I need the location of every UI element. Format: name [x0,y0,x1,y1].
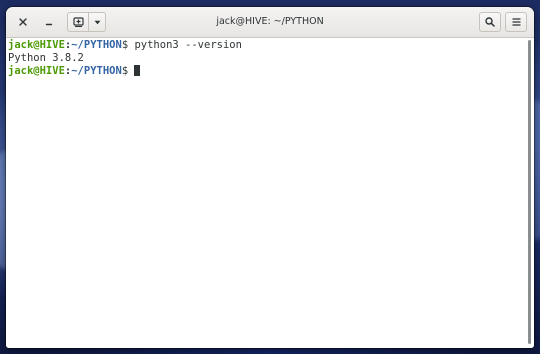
command-text: python3 --version [128,39,242,51]
scrollbar-thumb[interactable] [528,40,531,344]
minimize-icon [45,23,53,26]
close-icon [19,18,27,26]
terminal-output[interactable]: jack@HIVE:~/PYTHON$ python3 --version Py… [6,38,526,348]
prompt-user: jack@HIVE [8,65,65,77]
terminal-line-command: jack@HIVE:~/PYTHON$ python3 --version [8,39,526,52]
header-bar: jack@HIVE: ~/PYTHON [6,7,534,38]
new-tab-icon [72,17,84,27]
prompt-path: ~/PYTHON [71,65,122,77]
search-button[interactable] [479,12,501,32]
chevron-down-icon [94,20,100,24]
minimize-button[interactable] [38,12,60,32]
terminal-window: jack@HIVE: ~/PYTHON jack@HIVE:~/PYTHON$ … [6,7,534,348]
menu-button[interactable] [505,12,527,32]
prompt-user: jack@HIVE [8,39,65,51]
scrollbar[interactable] [526,38,534,348]
terminal-line-prompt: jack@HIVE:~/PYTHON$ [8,65,526,78]
prompt-path: ~/PYTHON [71,39,122,51]
search-icon [485,17,495,27]
command-output: Python 3.8.2 [8,52,84,64]
new-tab-button[interactable] [67,12,89,32]
close-button[interactable] [12,12,34,32]
new-tab-menu-button[interactable] [88,12,106,32]
text-cursor [134,65,141,76]
terminal-line-output: Python 3.8.2 [8,52,526,65]
hamburger-menu-icon [512,18,520,26]
